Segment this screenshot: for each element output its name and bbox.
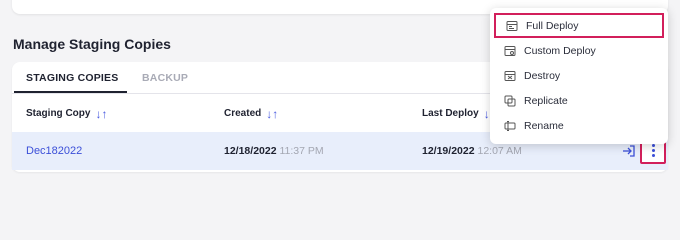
custom-deploy-icon	[504, 45, 516, 56]
menu-item-full-deploy[interactable]: Full Deploy	[494, 13, 664, 38]
menu-item-label: Destroy	[524, 69, 561, 82]
sort-icon[interactable]: ↓	[484, 108, 490, 120]
menu-item-destroy[interactable]: Destroy	[494, 63, 664, 88]
deploy-time: 12:07 AM	[477, 145, 522, 157]
column-header-created[interactable]: Created ↓↑	[224, 108, 278, 120]
column-label: Staging Copy	[26, 108, 91, 119]
column-label: Created	[224, 108, 262, 119]
active-tab-indicator	[14, 91, 127, 93]
tab-staging-copies[interactable]: STAGING COPIES	[26, 72, 118, 84]
login-icon[interactable]	[622, 144, 636, 158]
more-vertical-icon	[651, 143, 655, 157]
tab-backup[interactable]: BACKUP	[142, 72, 188, 84]
menu-item-label: Custom Deploy	[524, 44, 596, 57]
replicate-icon	[504, 95, 516, 106]
staging-copy-link[interactable]: Dec182022	[26, 145, 82, 157]
sort-icon[interactable]: ↓↑	[95, 108, 107, 120]
menu-item-label: Rename	[524, 119, 564, 132]
created-time: 11:37 PM	[279, 145, 324, 157]
created-cell: 12/18/2022 11:37 PM	[224, 145, 324, 157]
menu-item-replicate[interactable]: Replicate	[494, 88, 664, 113]
column-header-last-deploy[interactable]: Last Deploy ↓	[422, 108, 490, 120]
deploy-date: 12/19/2022	[422, 145, 475, 157]
rename-icon	[504, 120, 516, 131]
page-title: Manage Staging Copies	[13, 36, 171, 52]
actions-dropdown-menu: Full Deploy Custom Deploy Destroy Replic…	[490, 8, 668, 144]
menu-item-rename[interactable]: Rename	[494, 113, 664, 138]
column-header-staging-copy[interactable]: Staging Copy ↓↑	[26, 108, 107, 120]
created-date: 12/18/2022	[224, 145, 277, 157]
sort-icon[interactable]: ↓↑	[266, 108, 278, 120]
column-label: Last Deploy	[422, 108, 479, 119]
menu-item-label: Full Deploy	[526, 19, 579, 32]
full-deploy-icon	[506, 20, 518, 31]
last-deploy-cell: 12/19/2022 12:07 AM	[422, 145, 522, 157]
menu-item-label: Replicate	[524, 94, 568, 107]
destroy-icon	[504, 70, 516, 81]
menu-item-custom-deploy[interactable]: Custom Deploy	[494, 38, 664, 63]
